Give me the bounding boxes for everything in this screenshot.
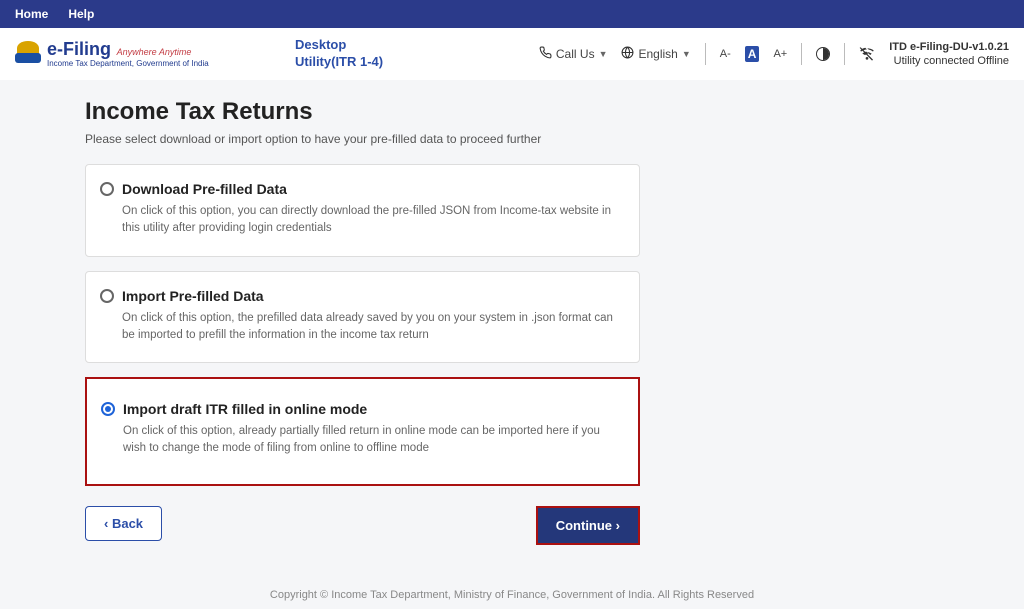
brand-tagline: Anywhere Anytime: [117, 47, 192, 57]
connection-status: Utility connected Offline: [894, 54, 1009, 68]
chevron-down-icon: ▼: [599, 49, 608, 59]
option-label: Download Pre-filled Data: [122, 181, 287, 197]
call-us-dropdown[interactable]: Call Us ▼: [539, 46, 608, 62]
brand-sub: Income Tax Department, Government of Ind…: [47, 60, 209, 68]
app-version: ITD e-Filing-DU-v1.0.21: [889, 40, 1009, 54]
utility-line1: Desktop: [295, 37, 383, 54]
utility-line2: Utility(ITR 1-4): [295, 54, 383, 71]
page-subtitle: Please select download or import option …: [85, 132, 925, 146]
wifi-off-icon: [859, 45, 875, 64]
call-us-label: Call Us: [556, 47, 595, 61]
footer-text: Copyright © Income Tax Department, Minis…: [0, 575, 1024, 609]
radio-button[interactable]: [101, 402, 115, 416]
header-bar: e-Filing Anywhere Anytime Income Tax Dep…: [0, 28, 1024, 80]
option-import-prefilled[interactable]: Import Pre-filled Data On click of this …: [85, 271, 640, 364]
brand-logo: e-Filing Anywhere Anytime Income Tax Dep…: [15, 33, 225, 75]
language-dropdown[interactable]: English ▼: [621, 46, 690, 62]
option-desc: On click of this option, you can directl…: [122, 203, 619, 238]
font-normal-button[interactable]: A: [745, 46, 760, 62]
brand-name: e-Filing: [47, 39, 111, 59]
continue-button[interactable]: Continue: [536, 506, 640, 545]
nav-home[interactable]: Home: [15, 7, 48, 21]
phone-icon: [539, 46, 552, 62]
option-download-prefilled[interactable]: Download Pre-filled Data On click of thi…: [85, 164, 640, 257]
utility-label: Desktop Utility(ITR 1-4): [295, 37, 383, 71]
divider: [844, 43, 845, 65]
top-nav: Home Help: [0, 0, 1024, 28]
radio-button[interactable]: [100, 182, 114, 196]
chevron-down-icon: ▼: [682, 49, 691, 59]
option-desc: On click of this option, already partial…: [123, 423, 618, 458]
language-label: English: [638, 47, 677, 61]
font-increase-button[interactable]: A+: [773, 48, 787, 60]
divider: [801, 43, 802, 65]
emblem-icon: [15, 33, 41, 63]
globe-icon: [621, 46, 634, 62]
option-desc: On click of this option, the prefilled d…: [122, 310, 619, 345]
font-decrease-button[interactable]: A-: [720, 48, 731, 60]
divider: [705, 43, 706, 65]
option-label: Import Pre-filled Data: [122, 288, 264, 304]
nav-help[interactable]: Help: [68, 7, 94, 21]
radio-button[interactable]: [100, 289, 114, 303]
page-title: Income Tax Returns: [85, 98, 925, 126]
back-button[interactable]: Back: [85, 506, 162, 541]
status-block: ITD e-Filing-DU-v1.0.21 Utility connecte…: [889, 40, 1009, 69]
option-import-draft-itr[interactable]: Import draft ITR filled in online mode O…: [85, 377, 640, 486]
option-label: Import draft ITR filled in online mode: [123, 401, 367, 417]
contrast-icon[interactable]: [816, 47, 830, 61]
